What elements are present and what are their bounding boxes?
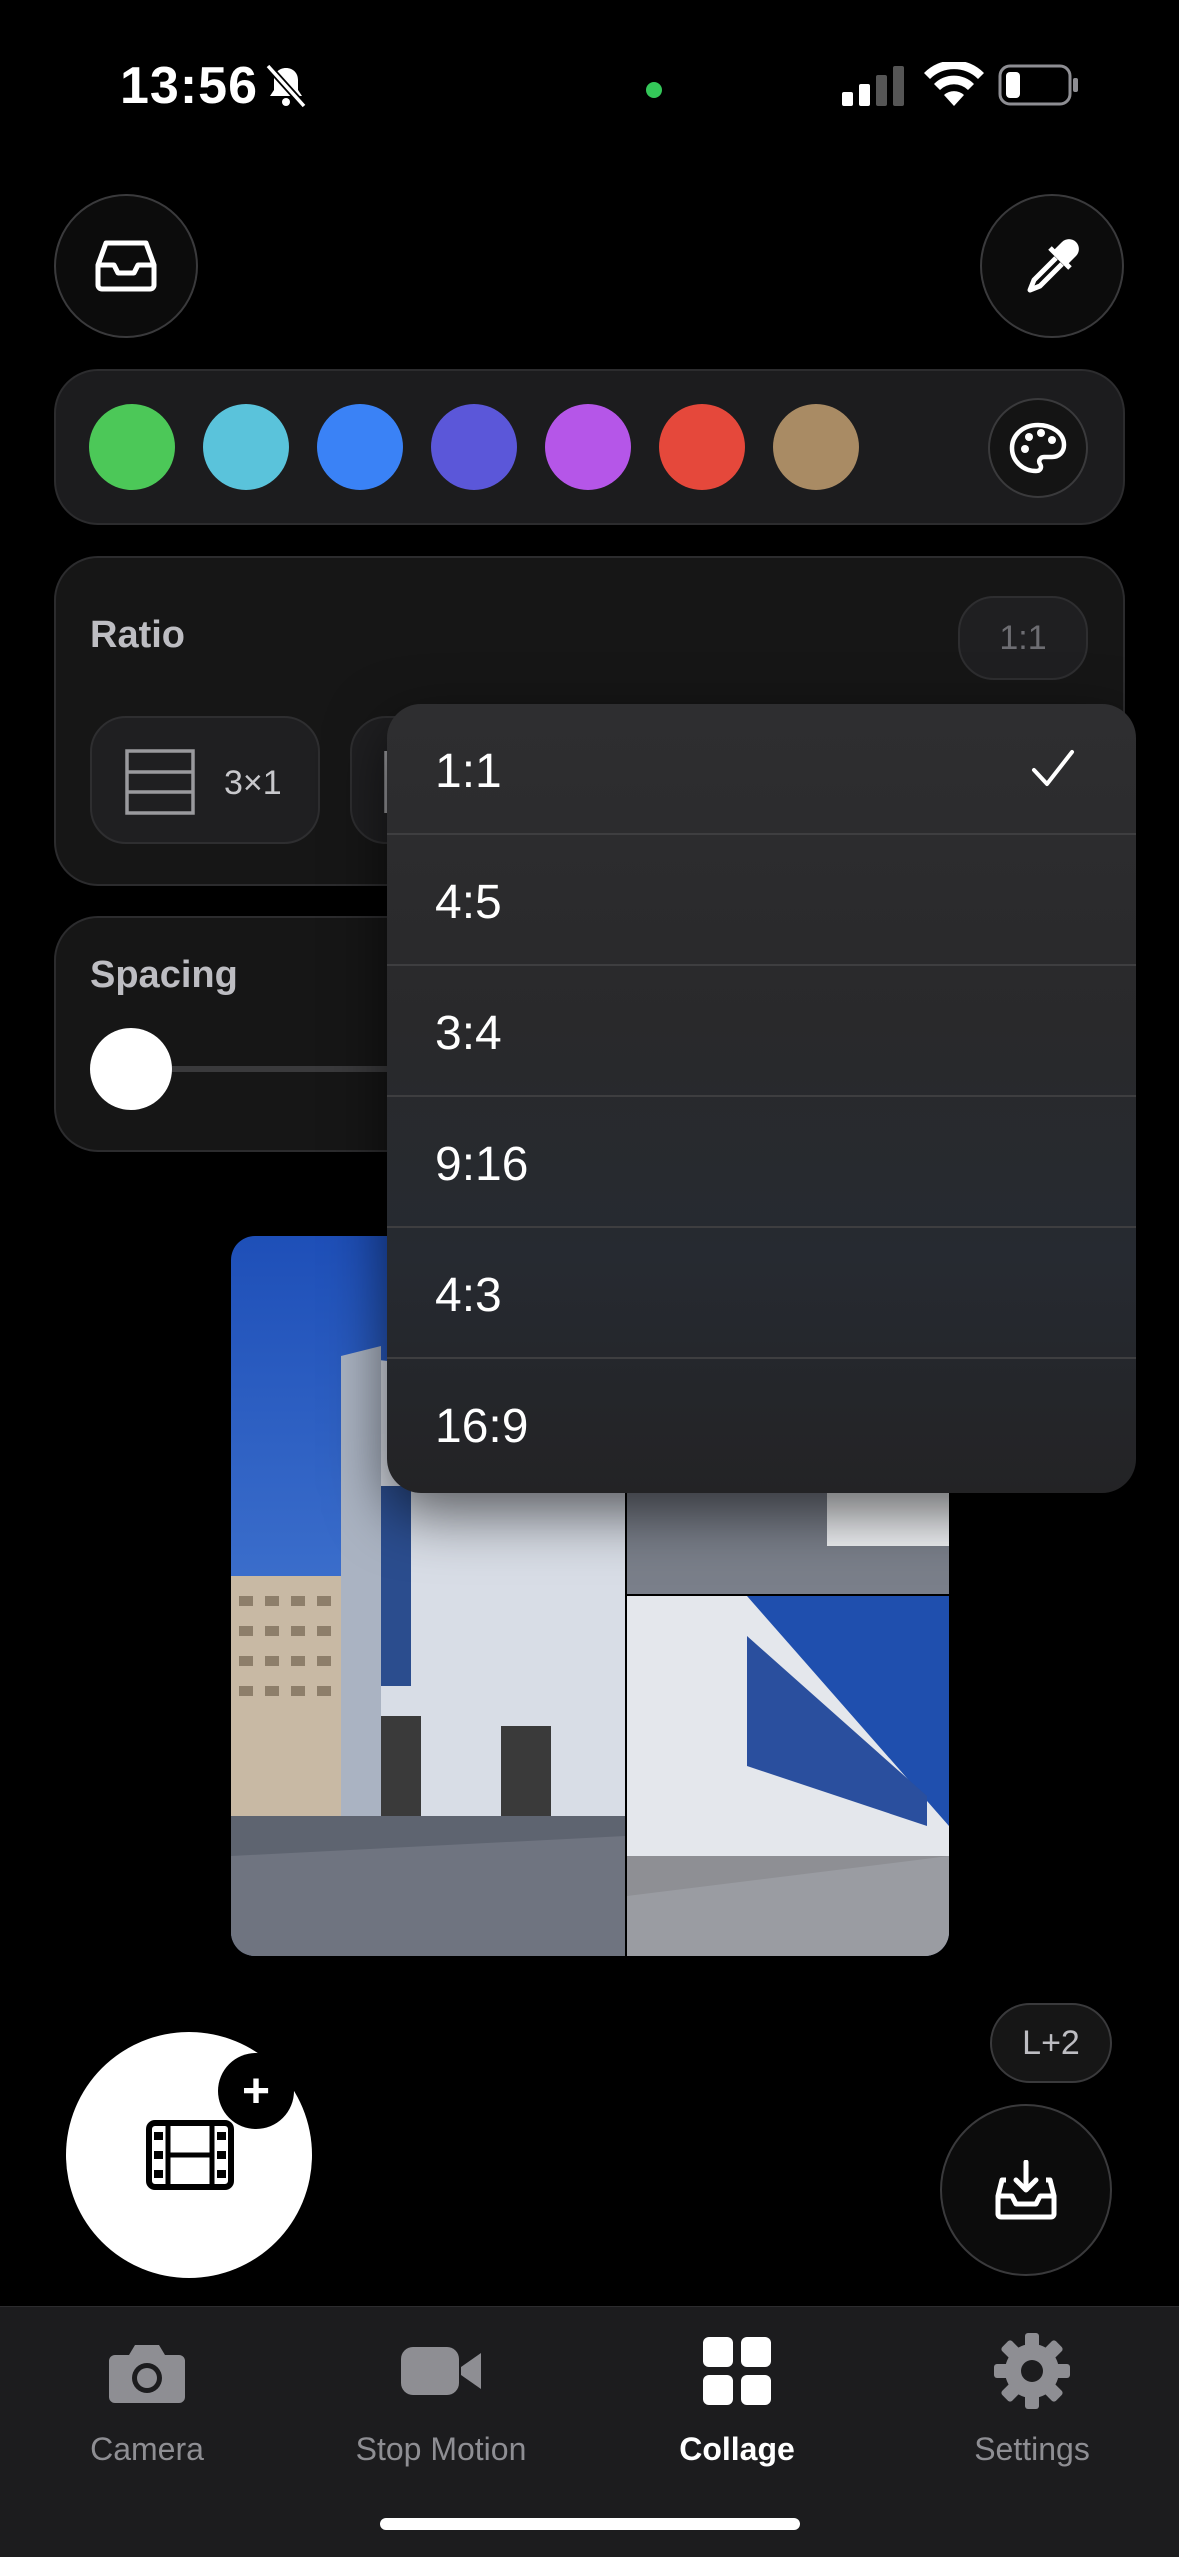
ratio-option-9-16[interactable]: 9:16: [387, 1097, 1136, 1228]
layout-option-label: 3×1: [224, 764, 282, 802]
layout-option-3x1[interactable]: 3×1: [90, 716, 320, 844]
eyedropper-button[interactable]: [980, 194, 1124, 338]
color-swatch-tan[interactable]: [773, 404, 859, 490]
ratio-badge[interactable]: 1:1: [958, 596, 1088, 680]
color-swatch-red[interactable]: [659, 404, 745, 490]
inbox-tray-icon: [95, 240, 157, 292]
tab-camera[interactable]: Camera: [0, 2307, 294, 2487]
spacing-slider-track[interactable]: [130, 1066, 430, 1072]
ratio-option-label: 3:4: [435, 1007, 502, 1060]
grid-icon: [703, 2337, 771, 2405]
color-swatch-purple[interactable]: [545, 404, 631, 490]
tab-collage[interactable]: Collage: [590, 2307, 884, 2487]
tab-stop-motion[interactable]: Stop Motion: [294, 2307, 588, 2487]
color-swatch-blue[interactable]: [317, 404, 403, 490]
gear-icon: [994, 2333, 1070, 2409]
ratio-option-16-9[interactable]: 16:9: [387, 1359, 1136, 1490]
spacing-slider-knob[interactable]: [90, 1028, 172, 1110]
ratio-label: Ratio: [90, 614, 185, 656]
tab-label: Settings: [974, 2431, 1090, 2467]
palette-button[interactable]: [988, 398, 1088, 498]
rows-layout-icon: [125, 749, 195, 815]
ratio-option-4-3[interactable]: 4:3: [387, 1228, 1136, 1359]
checkmark-icon: [1032, 750, 1074, 786]
tab-label: Collage: [679, 2431, 795, 2467]
status-time: 13:56: [120, 57, 258, 115]
building-photo: [627, 1596, 949, 1956]
ratio-option-1-1[interactable]: 1:1: [387, 704, 1136, 835]
ratio-option-label: 16:9: [435, 1400, 529, 1453]
color-swatch-teal[interactable]: [203, 404, 289, 490]
color-swatch-green[interactable]: [89, 404, 175, 490]
color-swatch-indigo[interactable]: [431, 404, 517, 490]
palette-icon: [1009, 422, 1067, 474]
download-tray-icon: [995, 2160, 1057, 2220]
wifi-icon: [924, 62, 984, 106]
ratio-dropdown-menu: 1:1 4:5 3:4 9:16 4:3 16:9: [387, 704, 1136, 1493]
eyedropper-icon: [1027, 239, 1079, 293]
ratio-option-4-5[interactable]: 4:5: [387, 835, 1136, 966]
ratio-option-label: 4:5: [435, 876, 502, 929]
collage-photo-bottom-right[interactable]: [627, 1596, 949, 1956]
ratio-option-label: 4:3: [435, 1269, 502, 1322]
inbox-button[interactable]: [54, 194, 198, 338]
silent-bell-icon: [265, 63, 307, 109]
save-button[interactable]: [940, 2104, 1112, 2276]
camera-icon: [109, 2345, 185, 2403]
video-camera-icon: [401, 2347, 481, 2395]
film-icon: [146, 2120, 234, 2190]
ratio-option-3-4[interactable]: 3:4: [387, 966, 1136, 1097]
tab-settings[interactable]: Settings: [885, 2307, 1179, 2487]
layers-badge[interactable]: L+2: [990, 2003, 1112, 2083]
tab-label: Stop Motion: [355, 2431, 527, 2467]
battery-icon: [998, 64, 1078, 106]
plus-icon[interactable]: +: [218, 2053, 294, 2129]
ratio-option-label: 1:1: [435, 745, 502, 798]
cellular-signal-icon: [842, 66, 904, 106]
tab-label: Camera: [90, 2431, 204, 2467]
spacing-label: Spacing: [90, 954, 238, 996]
ratio-option-label: 9:16: [435, 1138, 529, 1191]
home-indicator: [380, 2518, 800, 2530]
privacy-indicator-dot: [646, 82, 662, 98]
